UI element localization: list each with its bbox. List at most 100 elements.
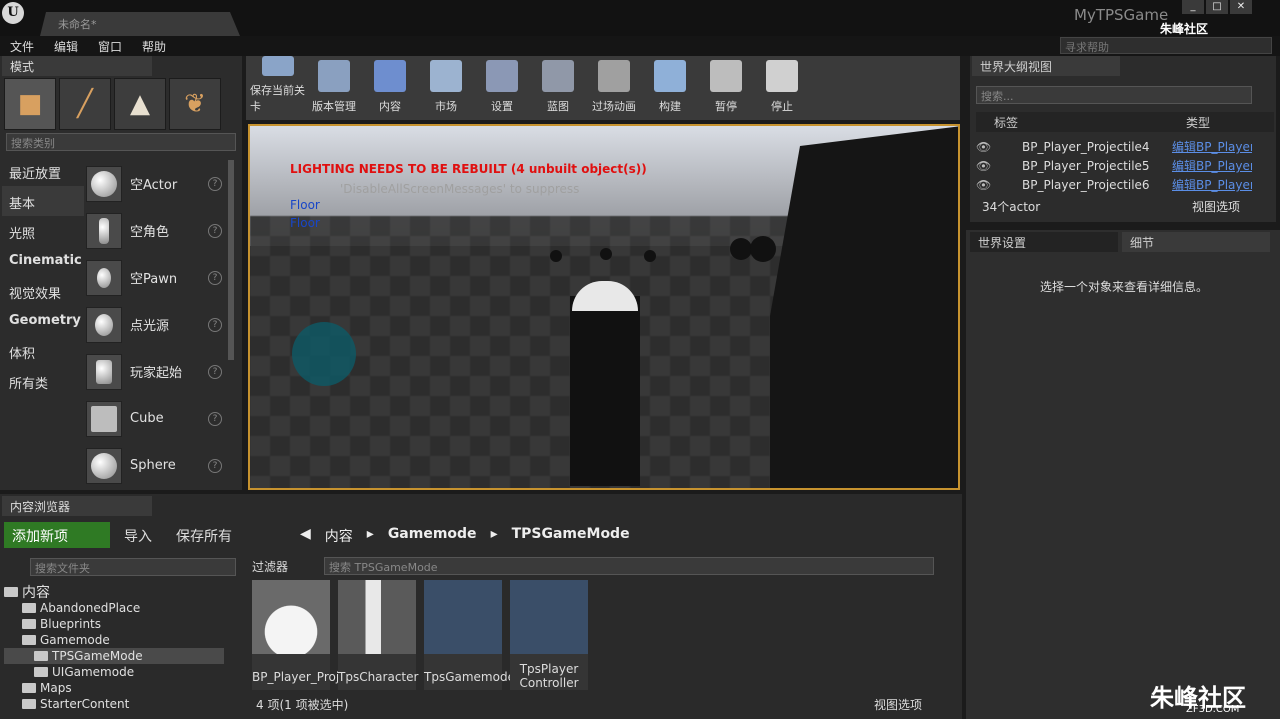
column-label[interactable]: 标签 (994, 114, 1018, 131)
folder-icon (22, 619, 36, 629)
asset-tile[interactable]: TpsGamemode (424, 580, 515, 690)
add-new-button[interactable]: 添加新项 (4, 522, 110, 548)
back-icon[interactable]: ◀ (300, 526, 311, 546)
foliage-icon[interactable]: ❦ (169, 78, 221, 130)
help-icon[interactable]: ? (208, 364, 222, 379)
tree-node[interactable]: Maps (4, 680, 224, 696)
folder-icon (22, 603, 36, 613)
menu-help[interactable]: 帮助 (142, 38, 166, 56)
toolbar-button-blueprint[interactable]: 蓝图 (530, 56, 586, 120)
table-row[interactable]: 👁 BP_Player_Projectile4 编辑BP_Player (976, 137, 1264, 156)
close-button[interactable]: ✕ (1230, 0, 1252, 14)
list-item[interactable]: 玩家起始? (86, 348, 226, 395)
toolbar-label: 市场 (435, 100, 457, 113)
tree-node[interactable]: 内容 (4, 584, 224, 601)
toolbar-button-content[interactable]: 内容 (362, 56, 418, 120)
tree-node[interactable]: StarterContent (4, 696, 224, 712)
folder-search-input[interactable]: 搜索文件夹 (30, 558, 236, 576)
brand-logo: 朱峰社区 (1160, 22, 1209, 36)
toolbar-button-pause[interactable]: 暂停 (698, 56, 754, 120)
build-icon (654, 60, 686, 92)
outliner-view-options[interactable]: 视图选项 (1192, 198, 1240, 215)
viewport-wall (770, 126, 958, 488)
list-item[interactable]: 空Pawn? (86, 254, 226, 301)
category-geometry[interactable]: Geometry (2, 306, 84, 336)
actor-type-link[interactable]: 编辑BP_Player (1172, 138, 1252, 155)
help-icon[interactable]: ? (208, 176, 222, 191)
unreal-logo-icon[interactable]: U (2, 2, 24, 24)
list-item[interactable]: 点光源? (86, 301, 226, 348)
asset-search-input[interactable]: 搜索 TPSGameMode (324, 557, 934, 575)
eye-icon[interactable]: 👁 (976, 178, 1022, 192)
modes-scrollbar[interactable] (228, 160, 234, 360)
asset-tile[interactable]: TpsPlayer Controller (510, 580, 588, 690)
toolbar-button-cinematics[interactable]: 过场动画 (586, 56, 642, 120)
document-tab[interactable]: 未命名* (40, 12, 240, 36)
gamepad-icon (424, 580, 502, 654)
menu-edit[interactable]: 编辑 (54, 38, 78, 56)
table-row[interactable]: 👁 BP_Player_Projectile6 编辑BP_Player (976, 175, 1264, 194)
eye-icon[interactable]: 👁 (976, 140, 1022, 154)
category-basic[interactable]: 基本 (2, 186, 84, 216)
help-icon[interactable]: ? (208, 458, 222, 473)
breadcrumb-item[interactable]: 内容 (325, 526, 353, 546)
actor-thumb-icon (86, 165, 122, 202)
tree-node[interactable]: Blueprints (4, 616, 224, 632)
toolbar-button-marketplace[interactable]: 市场 (418, 56, 474, 120)
placement-icon[interactable]: ■ (4, 78, 56, 130)
list-item[interactable]: Cube? (86, 395, 226, 442)
help-icon[interactable]: ? (208, 411, 222, 426)
category-volumes[interactable]: 体积 (2, 336, 84, 366)
help-icon[interactable]: ? (208, 223, 222, 238)
actor-type-link[interactable]: 编辑BP_Player (1172, 157, 1252, 174)
tree-node[interactable]: TPSGameMode (4, 648, 224, 664)
breadcrumb-item[interactable]: TPSGameMode (512, 526, 630, 546)
toolbar-button-save[interactable]: 保存当前关卡 (250, 56, 306, 120)
tab-details[interactable]: 细节 (1122, 232, 1270, 252)
save-all-button[interactable]: 保存所有 (176, 526, 232, 546)
menu-file[interactable]: 文件 (10, 38, 34, 56)
toolbar-button-build[interactable]: 构建 (642, 56, 698, 120)
category-cinematic[interactable]: Cinematic (2, 246, 84, 276)
category-all-classes[interactable]: 所有类 (2, 366, 84, 396)
minimize-button[interactable]: _ (1182, 0, 1204, 14)
filter-button[interactable]: 过滤器 (252, 558, 288, 575)
list-item[interactable]: 空角色? (86, 207, 226, 254)
actor-type-link[interactable]: 编辑BP_Player (1172, 176, 1252, 193)
list-item[interactable]: Sphere? (86, 442, 226, 489)
tree-node[interactable]: Gamemode (4, 632, 224, 648)
landscape-icon[interactable]: ▲ (114, 78, 166, 130)
list-item[interactable]: 空Actor? (86, 160, 226, 207)
help-icon[interactable]: ? (208, 270, 222, 285)
toolbar-button-stop[interactable]: 停止 (754, 56, 810, 120)
content-browser-tab[interactable]: 内容浏览器 (2, 496, 152, 516)
modes-tab[interactable]: 模式 (2, 56, 152, 76)
category-lights[interactable]: 光照 (2, 216, 84, 246)
asset-tile[interactable]: BP_Player_Projectile (252, 580, 372, 690)
menu-window[interactable]: 窗口 (98, 38, 122, 56)
tree-node[interactable]: UIGamemode (4, 664, 224, 680)
help-search-input[interactable]: 寻求帮助 (1060, 37, 1272, 54)
table-row[interactable]: 👁 BP_Player_Projectile5 编辑BP_Player (976, 156, 1264, 175)
marketplace-icon (430, 60, 462, 92)
asset-tile[interactable]: TpsCharacter (338, 580, 418, 690)
toolbar-button-settings[interactable]: 设置 (474, 56, 530, 120)
import-button[interactable]: 导入 (124, 526, 152, 546)
tab-world-settings[interactable]: 世界设置 (970, 232, 1118, 252)
maximize-button[interactable]: □ (1206, 0, 1228, 14)
breadcrumb-item[interactable]: Gamemode (388, 526, 477, 546)
paint-icon[interactable]: ╱ (59, 78, 111, 130)
search-classes-input[interactable]: 搜索类别 (6, 133, 236, 151)
help-icon[interactable]: ? (208, 317, 222, 332)
controller-icon (510, 580, 588, 654)
tree-node[interactable]: AbandonedPlace (4, 600, 224, 616)
column-type[interactable]: 类型 (1186, 114, 1210, 131)
category-visual-effects[interactable]: 视觉效果 (2, 276, 84, 306)
world-outliner-tab[interactable]: 世界大纲视图 (972, 56, 1120, 76)
category-recent[interactable]: 最近放置 (2, 156, 84, 186)
level-viewport[interactable]: LIGHTING NEEDS TO BE REBUILT (4 unbuilt … (248, 124, 960, 490)
content-view-options[interactable]: 视图选项 (874, 696, 922, 713)
outliner-search-input[interactable]: 搜索... (976, 86, 1252, 104)
toolbar-button-source-control[interactable]: 版本管理 (306, 56, 362, 120)
eye-icon[interactable]: 👁 (976, 159, 1022, 173)
